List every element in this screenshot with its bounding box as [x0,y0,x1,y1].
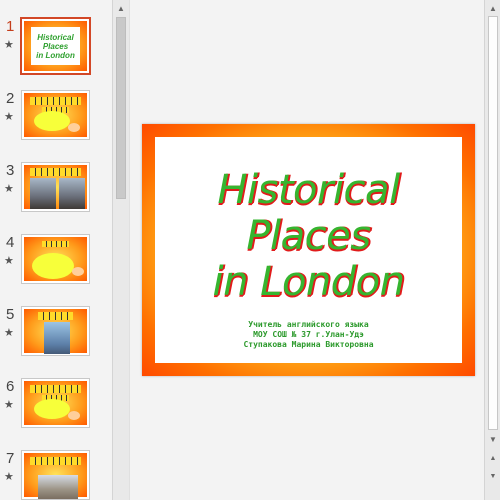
thumbnail-scrollbar[interactable]: ▲ [112,0,129,500]
thumb-frame [24,309,87,354]
slide-number: 7 [6,450,15,467]
powerpoint-window: 1 ★ Historical Places in London 2 ★ 3 ★ … [0,0,500,500]
slide-title-line2: in London [212,259,405,305]
slide-thumbnail-7[interactable] [21,450,90,500]
previous-slide-icon[interactable]: ▲ [486,452,500,466]
thumb-photo [30,178,56,209]
current-slide[interactable]: Historical Places in London Учитель англ… [142,124,475,376]
slide-thumbnail-2[interactable] [21,90,90,140]
thumb-cloud [32,253,74,279]
slide-number: 6 [6,378,15,395]
animation-star-icon: ★ [4,255,14,267]
animation-star-icon: ★ [4,399,14,411]
thumb-cloud [34,111,70,131]
main-scrollbar-thumb[interactable] [488,16,498,430]
slide-thumbnail-row-4[interactable]: 4 ★ [0,234,112,300]
thumb-banner [30,168,81,176]
slide-thumbnail-1[interactable]: Historical Places in London [20,17,91,75]
slide-title[interactable]: Historical Places in London [155,167,462,305]
animation-star-icon: ★ [4,111,14,123]
thumb-frame [24,453,87,499]
next-slide-icon[interactable]: ▼ [486,470,500,484]
slide-content-area: Historical Places in London Учитель англ… [155,137,462,363]
slide-thumbnail-row-6[interactable]: 6 ★ [0,378,112,444]
thumb-frame [24,165,87,209]
slide-title-line1: Historical Places [217,167,400,259]
slide-subtitle[interactable]: Учитель английского языка МОУ СОШ № 37 г… [155,320,462,350]
thumb-photo [38,475,78,499]
slide-thumbnail-row-2[interactable]: 2 ★ [0,90,112,156]
thumb-photo [44,322,70,354]
thumb-title-line1: Historical Places [37,33,74,51]
thumb-banner [30,97,81,105]
thumb-frame [24,93,87,137]
slide-thumbnail-row-3[interactable]: 3 ★ [0,162,112,228]
thumb-frame: Historical Places in London [24,21,87,71]
slide-subtitle-line2: МОУ СОШ № 37 г.Улан-Удэ [253,330,364,339]
thumb-cloud-small [68,123,80,132]
thumb-cloud-small [68,411,80,420]
thumb-banner [42,241,69,247]
slide-number: 4 [6,234,15,251]
scroll-down-arrow-icon[interactable]: ▼ [486,432,500,446]
animation-star-icon: ★ [4,183,14,195]
slide-number: 2 [6,90,15,107]
slide-subtitle-line1: Учитель английского языка [248,320,369,329]
thumb-frame [24,237,87,281]
slide-subtitle-line3: Ступакова Марина Викторовна [243,340,374,349]
animation-star-icon: ★ [4,327,14,339]
scroll-up-arrow-icon[interactable]: ▲ [113,0,129,16]
animation-star-icon: ★ [4,471,14,483]
slide-thumbnail-row-5[interactable]: 5 ★ [0,306,112,372]
slide-thumbnail-4[interactable] [21,234,90,284]
slide-thumbnail-6[interactable] [21,378,90,428]
thumb-inner: Historical Places in London [31,27,80,65]
thumb-cloud [34,399,70,419]
thumb-title: Historical Places in London [31,33,80,60]
thumb-cloud-small [72,267,84,276]
animation-star-icon: ★ [4,39,14,51]
slide-number: 5 [6,306,15,323]
slide-thumbnail-row-7[interactable]: 7 ★ [0,450,112,500]
slide-number: 1 [6,18,15,35]
slide-thumbnail-row-1[interactable]: 1 ★ Historical Places in London [0,17,112,84]
thumb-frame [24,381,87,425]
thumb-banner [30,457,81,465]
slide-thumbnail-3[interactable] [21,162,90,212]
thumb-banner [38,312,73,320]
slide-thumbnail-pane: 1 ★ Historical Places in London 2 ★ 3 ★ … [0,0,112,500]
scroll-up-arrow-icon[interactable]: ▲ [486,1,500,15]
thumb-banner [30,385,81,393]
thumb-title-line2: in London [36,51,75,60]
main-scrollbar[interactable]: ▲ ▼ ▲ ▼ [484,0,500,500]
thumbnail-scrollbar-thumb[interactable] [116,17,126,199]
slide-editing-area: Historical Places in London Учитель англ… [129,0,484,500]
slide-thumbnail-5[interactable] [21,306,90,356]
thumb-photo [59,178,85,209]
slide-number: 3 [6,162,15,179]
